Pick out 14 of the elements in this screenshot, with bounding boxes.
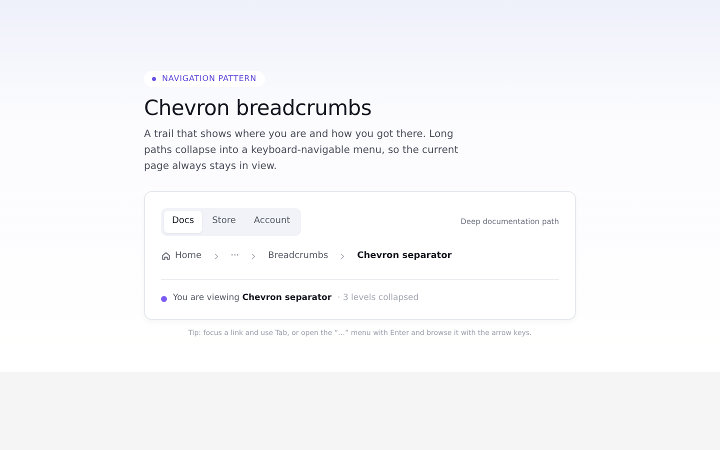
breadcrumb-link[interactable]: Breadcrumbs: [268, 250, 328, 264]
collapsed-count: · 3 levels collapsed: [338, 292, 419, 305]
eyebrow-label: NAVIGATION PATTERN: [162, 73, 256, 85]
ellipsis-button[interactable]: ···: [230, 250, 240, 264]
home-link[interactable]: Home: [161, 250, 202, 264]
home-icon: [161, 251, 171, 262]
tab[interactable]: Account: [246, 211, 298, 233]
tab[interactable]: Docs: [164, 211, 202, 233]
status-text: You are viewing Chevron separator: [173, 292, 332, 305]
page-title: Chevron breadcrumbs: [144, 96, 372, 122]
current-page: Chevron separator: [357, 250, 452, 263]
tab[interactable]: Store: [204, 211, 244, 233]
dot-icon: [152, 77, 156, 81]
description: A trail that shows where you are and how you got there. Long paths collapse into a keyboard-navigable menu, so the current page always stays in view.: [144, 128, 460, 174]
